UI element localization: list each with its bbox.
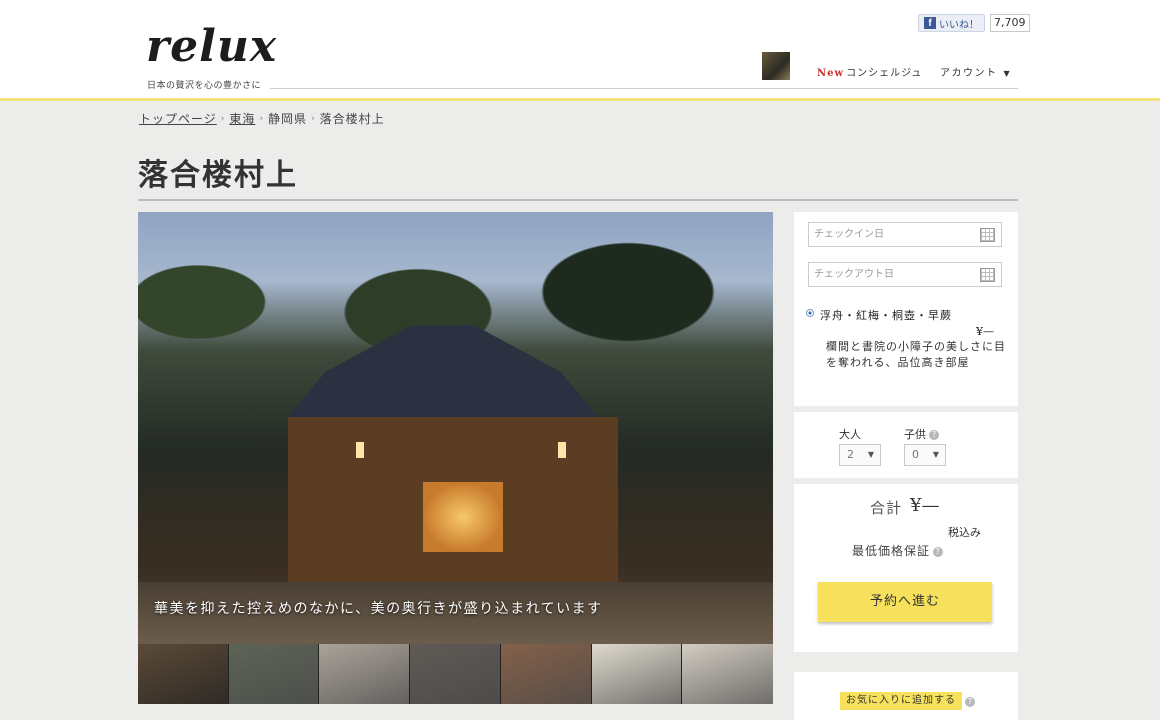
checkout-placeholder: チェックアウト日 <box>814 269 894 280</box>
thumbnail-image[interactable] <box>682 644 774 704</box>
calendar-icon[interactable] <box>980 268 995 282</box>
thumbnail-overlay <box>319 644 410 704</box>
breadcrumb-top[interactable]: トップページ <box>139 110 217 127</box>
facebook-like-label: いいね！ <box>939 19 979 31</box>
room-radio-button[interactable] <box>806 309 814 317</box>
title-divider <box>138 199 1018 201</box>
lantern-icon <box>356 442 364 458</box>
nav-concierge-label: コンシェルジュ <box>846 68 923 79</box>
facebook-like-count: 7,709 <box>990 14 1030 32</box>
reserve-button[interactable]: 予約へ進む <box>818 582 992 622</box>
calendar-icon[interactable] <box>980 228 995 242</box>
adults-label: 大人 <box>839 428 861 441</box>
breadcrumb-separator-icon: › <box>220 113 226 124</box>
thumbnail-image[interactable] <box>138 644 229 704</box>
breadcrumb: トップページ › 東海 › 静岡県 › 落合楼村上 <box>139 110 385 127</box>
adults-select[interactable]: 2 ▼ <box>839 444 881 466</box>
checkin-date-input[interactable]: チェックイン日 <box>808 222 1002 247</box>
checkout-date-input[interactable]: チェックアウト日 <box>808 262 1002 287</box>
thumbnail-image[interactable] <box>228 644 320 704</box>
chevron-down-icon: ▼ <box>867 450 874 459</box>
help-icon[interactable]: ? <box>929 430 939 440</box>
total-label: 合計 <box>870 499 903 517</box>
thumbnail-image[interactable] <box>591 644 683 704</box>
thumbnail-overlay <box>500 644 591 704</box>
site-header: relux 日本の贅沢を心の豊かさに f いいね！ 7,709 New コンシェル… <box>0 0 1160 101</box>
relux-logo[interactable]: relux <box>146 22 277 72</box>
room-price: ¥— <box>976 325 994 338</box>
header-divider <box>270 88 1018 89</box>
thumbnail-image[interactable] <box>410 644 501 704</box>
nav-account-menu[interactable]: アカウント ▼ <box>940 64 1011 79</box>
hero-image[interactable]: 華美を抑えた控えめのなかに、美の奥行きが盛り込まれています <box>138 212 773 644</box>
adults-value: 2 <box>847 448 854 461</box>
facebook-like-widget: f いいね！ 7,709 <box>918 14 1030 32</box>
children-value: 0 <box>912 448 919 461</box>
help-icon[interactable]: ? <box>965 697 975 707</box>
checkin-placeholder: チェックイン日 <box>814 229 884 240</box>
thumbnail-strip <box>138 644 774 704</box>
help-icon[interactable]: ? <box>933 546 944 557</box>
breadcrumb-separator-icon: › <box>259 113 264 124</box>
children-label: 子供? <box>904 426 939 442</box>
breadcrumb-current: 落合楼村上 <box>319 112 385 126</box>
children-select[interactable]: 0 ▼ <box>904 444 946 466</box>
thumbnail-overlay <box>591 644 682 704</box>
hero-entrance <box>423 482 503 552</box>
lantern-icon <box>558 442 566 458</box>
new-badge: New <box>817 68 845 79</box>
room-description: 欄間と書院の小障子の美しさに目を奪われる、品位高き部屋 <box>826 340 1006 369</box>
nav-concierge-link[interactable]: New コンシェルジュ <box>817 64 922 79</box>
chevron-down-icon: ▼ <box>1003 69 1012 78</box>
tax-label: 税込み <box>948 526 981 539</box>
breadcrumb-separator-icon: › <box>311 113 316 124</box>
breadcrumb-prefecture: 静岡県 <box>268 112 308 126</box>
user-avatar[interactable] <box>762 52 790 80</box>
thumbnail-overlay <box>682 644 774 704</box>
room-name: 浮舟・紅梅・桐壺・早蕨 <box>820 309 952 322</box>
booking-dates-panel: チェックイン日 チェックアウト日 浮舟・紅梅・桐壺・早蕨 ¥— 欄間と書院の小障… <box>794 212 1018 406</box>
price-panel <box>794 484 1018 652</box>
total-value: ¥— <box>910 495 940 516</box>
thumbnail-image[interactable] <box>500 644 592 704</box>
lowest-price-guarantee: 最低価格保証? <box>852 542 944 559</box>
facebook-icon: f <box>924 17 936 29</box>
page-title: 落合楼村上 <box>138 158 298 193</box>
breadcrumb-region[interactable]: 東海 <box>229 110 255 127</box>
guests-panel: 大人 子供? 2 ▼ 0 ▼ <box>794 412 1018 478</box>
logo-tagline: 日本の贅沢を心の豊かさに <box>147 81 262 91</box>
thumbnail-overlay <box>410 644 500 704</box>
hero-caption: 華美を抑えた控えめのなかに、美の奥行きが盛り込まれています <box>154 601 603 617</box>
thumbnail-image[interactable] <box>319 644 411 704</box>
chevron-down-icon: ▼ <box>932 450 939 459</box>
favorite-panel: お気に入りに追加する ? <box>794 672 1018 720</box>
nav-account-label: アカウント <box>940 68 998 79</box>
thumbnail-overlay <box>228 644 319 704</box>
add-favorite-button[interactable]: お気に入りに追加する <box>840 692 962 710</box>
facebook-like-button[interactable]: f いいね！ <box>918 14 985 32</box>
